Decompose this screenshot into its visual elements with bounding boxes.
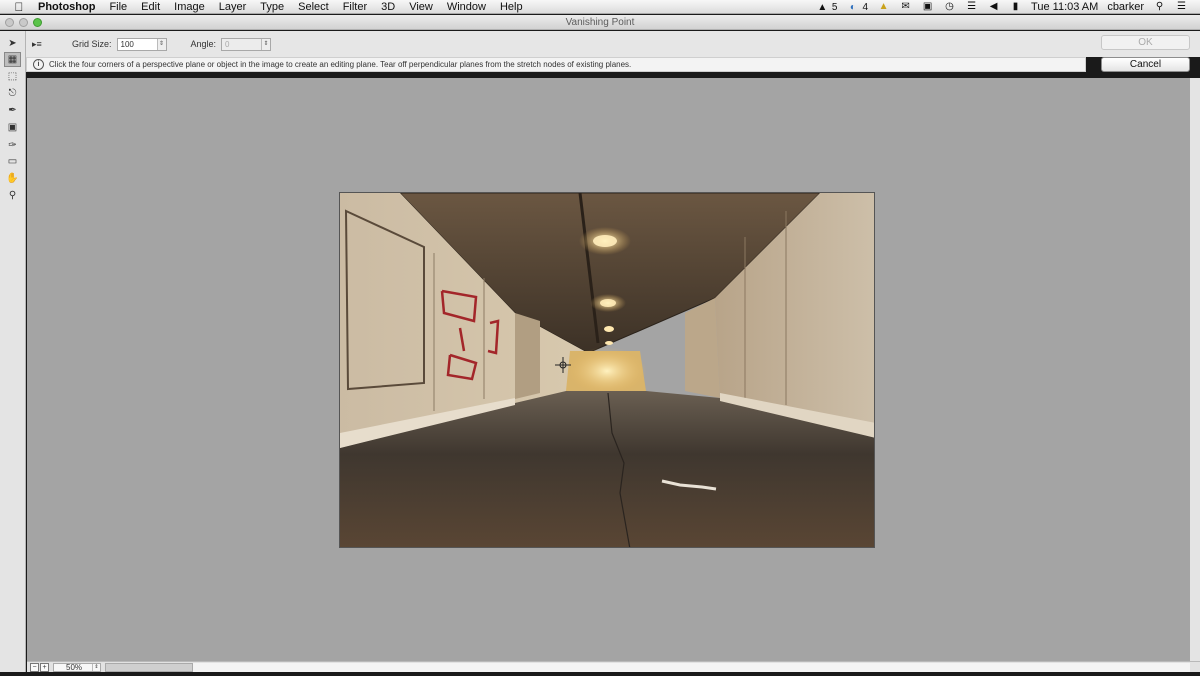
menu-file[interactable]: File [102, 0, 134, 14]
info-bar: i Click the four corners of a perspectiv… [26, 57, 1086, 72]
menu-help[interactable]: Help [493, 0, 530, 14]
create-plane-tool[interactable]: ▦ [4, 52, 21, 67]
info-message: Click the four corners of a perspective … [49, 60, 632, 69]
zoom-stepper-icon[interactable]: ⇕ [92, 663, 100, 671]
zoom-level-field[interactable]: 50% ⇕ [53, 662, 101, 672]
close-window-icon[interactable] [5, 18, 14, 27]
zoom-level: 50% [66, 662, 83, 672]
creative-cloud-icon: ◐ [849, 1, 856, 13]
eyedropper-icon: ✑ [8, 140, 17, 151]
mail-icon[interactable]: ✉ [899, 1, 912, 12]
stamp-icon: ⎋ [8, 88, 17, 99]
status-bar: − + 50% ⇕ [27, 661, 1200, 672]
minimize-window-icon[interactable] [19, 18, 28, 27]
display-icon[interactable]: ▣ [921, 1, 934, 12]
transform-tool[interactable]: ▣ [4, 120, 21, 135]
brush-icon: ✒ [8, 105, 17, 116]
cc-count: 4 [862, 1, 869, 13]
adobe-status[interactable]: ▲ 5 [816, 1, 838, 13]
marquee-tool[interactable]: ⬚ [4, 69, 21, 84]
zoom-tool[interactable]: ⚲ [4, 188, 21, 203]
image-preview[interactable] [339, 192, 875, 548]
create-plane-icon: ▦ [7, 54, 18, 65]
zoom-icon: ⚲ [8, 190, 17, 201]
angle-stepper-icon[interactable]: ⇕ [261, 38, 271, 50]
menu-bar:  Photoshop File Edit Image Layer Type S… [0, 0, 1200, 14]
brush-tool[interactable]: ✒ [4, 103, 21, 118]
transform-icon: ▣ [7, 122, 18, 133]
grid-size-input[interactable]: 100 ⇕ [116, 37, 167, 51]
measure-icon: ▭ [7, 156, 18, 167]
stamp-tool[interactable]: ⎋ [4, 86, 21, 101]
clock[interactable]: Tue 11:03 AM [1031, 1, 1098, 13]
grid-size-stepper-icon[interactable]: ⇕ [156, 38, 166, 50]
zoom-in-icon[interactable]: + [40, 662, 49, 672]
tunnel-photo [340, 193, 874, 547]
zoom-out-icon[interactable]: − [30, 662, 39, 672]
grid-size-value: 100 [120, 39, 134, 49]
app-menu: Photoshop File Edit Image Layer Type Sel… [28, 0, 530, 14]
cancel-button[interactable]: Cancel [1101, 57, 1190, 72]
tool-panel: ➤ ▦ ⬚ ⎋ ✒ ▣ ✑ ▭ ✋ ⚲ [0, 31, 26, 676]
zoom-window-icon[interactable] [33, 18, 42, 27]
menu-window[interactable]: Window [440, 0, 493, 14]
warning-icon[interactable]: ▲ [877, 1, 890, 12]
hand-tool[interactable]: ✋ [4, 171, 21, 186]
menu-filter[interactable]: Filter [336, 0, 374, 14]
right-panel-strip [1190, 78, 1200, 661]
hand-icon: ✋ [6, 173, 19, 184]
spotlight-icon[interactable]: ⚲ [1153, 1, 1166, 12]
menu-select[interactable]: Select [291, 0, 336, 14]
window-title: Vanishing Point [565, 17, 635, 28]
menu-image[interactable]: Image [167, 0, 212, 14]
volume-icon[interactable]: ◀ [987, 1, 1000, 12]
wifi-icon[interactable]: ☰ [965, 1, 978, 12]
adobe-icon: ▲ [817, 1, 828, 13]
options-menu-icon[interactable]: ▸≡ [32, 39, 46, 50]
status-menu: ▲ 5 ◐ 4 ▲ ✉ ▣ ◷ ☰ ◀ ▮ Tue 11:03 AM cbark… [816, 0, 1200, 14]
angle-value: 0 [225, 39, 230, 49]
menu-3d[interactable]: 3D [374, 0, 402, 14]
marquee-icon: ⬚ [7, 71, 18, 82]
horizontal-scrollbar-track[interactable] [193, 662, 1190, 672]
menu-layer[interactable]: Layer [212, 0, 254, 14]
measure-tool[interactable]: ▭ [4, 154, 21, 169]
ok-button[interactable]: OK [1101, 35, 1190, 50]
time-machine-icon[interactable]: ◷ [943, 1, 956, 12]
menu-view[interactable]: View [402, 0, 440, 14]
battery-icon[interactable]: ▮ [1009, 1, 1022, 12]
notification-list-icon[interactable]: ☰ [1175, 1, 1188, 12]
menu-photoshop[interactable]: Photoshop [28, 0, 102, 14]
eyedropper-tool[interactable]: ✑ [4, 138, 21, 153]
tool-options-bar: ▸≡ Grid Size: 100 ⇕ Angle: 0 ⇕ [26, 31, 1200, 57]
horizontal-scrollbar-thumb[interactable] [105, 662, 193, 672]
user-name[interactable]: cbarker [1107, 1, 1144, 13]
angle-label: Angle: [190, 39, 217, 49]
menu-type[interactable]: Type [253, 0, 291, 14]
cc-status[interactable]: ◐ 4 [846, 1, 868, 13]
grid-size-label: Grid Size: [72, 39, 112, 49]
window-controls [5, 18, 42, 27]
menu-edit[interactable]: Edit [134, 0, 167, 14]
angle-input[interactable]: 0 ⇕ [221, 37, 272, 51]
apple-icon[interactable]:  [10, 0, 28, 14]
adobe-count: 5 [831, 1, 838, 13]
window-titlebar: Vanishing Point [0, 15, 1200, 30]
info-icon: i [33, 59, 44, 70]
edit-plane-tool[interactable]: ➤ [4, 36, 21, 51]
arrow-icon: ➤ [8, 38, 17, 49]
screen-bottom-edge [0, 672, 1200, 676]
